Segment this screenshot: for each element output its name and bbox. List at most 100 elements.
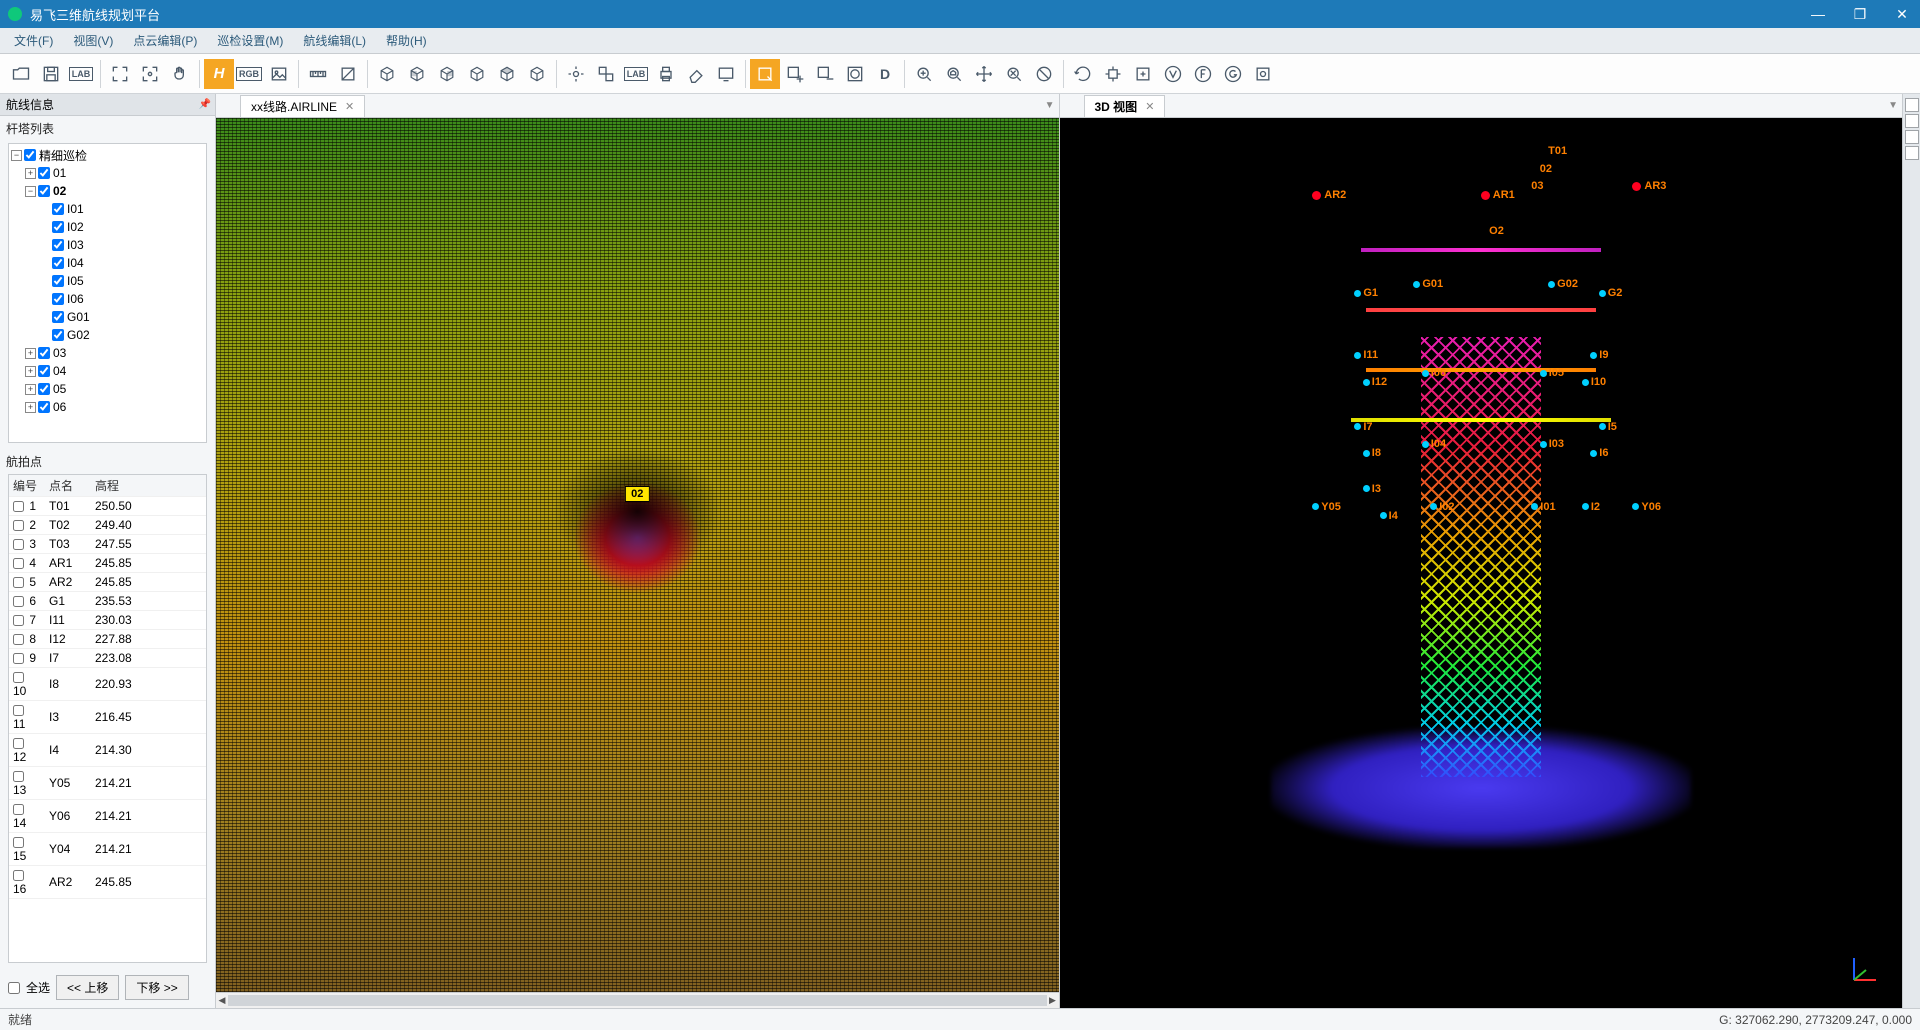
target-icon[interactable] — [1098, 59, 1128, 89]
col-elev[interactable]: 高程 — [91, 475, 206, 497]
layers-icon[interactable] — [591, 59, 621, 89]
row-checkbox[interactable] — [13, 539, 24, 550]
table-row[interactable]: 5AR2245.85 — [9, 573, 206, 592]
move-down-button[interactable]: 下移 >> — [125, 975, 188, 1000]
row-checkbox[interactable] — [13, 804, 24, 815]
move-icon[interactable] — [969, 59, 999, 89]
scroll-thumb[interactable] — [228, 995, 1047, 1006]
maximize-button[interactable]: ❐ — [1850, 4, 1870, 24]
rotate-icon[interactable] — [1068, 59, 1098, 89]
menu-view[interactable]: 视图(V) — [63, 32, 123, 49]
f-icon[interactable] — [1188, 59, 1218, 89]
row-checkbox[interactable] — [13, 705, 24, 716]
add-box-icon[interactable] — [1128, 59, 1158, 89]
color-image-icon[interactable] — [264, 59, 294, 89]
tree-leaf[interactable]: I01 — [11, 200, 204, 218]
row-checkbox[interactable] — [13, 738, 24, 749]
tree-node-04[interactable]: +04 — [11, 362, 204, 380]
tab-dropdown-icon[interactable]: ▼ — [1045, 100, 1055, 111]
tree-leaf[interactable]: I05 — [11, 272, 204, 290]
close-tab-icon[interactable]: ✕ — [1145, 100, 1154, 113]
tree-node-01[interactable]: +01 — [11, 164, 204, 182]
table-row[interactable]: 10I8220.93 — [9, 668, 206, 701]
tab-dropdown-icon[interactable]: ▼ — [1888, 100, 1898, 111]
menu-inspection-settings[interactable]: 巡检设置(M) — [207, 32, 293, 49]
table-row[interactable]: 8I12227.88 — [9, 630, 206, 649]
d-icon[interactable]: D — [870, 59, 900, 89]
table-row[interactable]: 15Y04214.21 — [9, 833, 206, 866]
fit-selection-icon[interactable] — [135, 59, 165, 89]
view-top-icon[interactable] — [492, 59, 522, 89]
open-icon[interactable] — [6, 59, 36, 89]
table-row[interactable]: 13Y05214.21 — [9, 767, 206, 800]
minimize-button[interactable]: — — [1808, 4, 1828, 24]
row-checkbox[interactable] — [13, 634, 24, 645]
table-row[interactable]: 14Y06214.21 — [9, 800, 206, 833]
right-tool-1[interactable] — [1905, 98, 1919, 112]
table-row[interactable]: 1T01250.50 — [9, 497, 206, 516]
select-all-checkbox[interactable] — [8, 982, 20, 994]
deny-icon[interactable] — [1029, 59, 1059, 89]
tree-node-03[interactable]: +03 — [11, 344, 204, 362]
col-id[interactable]: 编号 — [9, 475, 45, 497]
topview-canvas[interactable]: 02 — [216, 118, 1059, 992]
tree-checkbox[interactable] — [38, 383, 50, 395]
table-row[interactable]: 7I11230.03 — [9, 611, 206, 630]
tree-checkbox[interactable] — [52, 203, 64, 215]
table-row[interactable]: 9I7223.08 — [9, 649, 206, 668]
row-checkbox[interactable] — [13, 615, 24, 626]
tree-checkbox[interactable] — [38, 347, 50, 359]
tree-leaf[interactable]: G01 — [11, 308, 204, 326]
menu-route-edit[interactable]: 航线编辑(L) — [293, 32, 376, 49]
topview-hscroll[interactable]: ◀ ▶ — [216, 992, 1059, 1008]
view-back-icon[interactable] — [402, 59, 432, 89]
tree-checkbox[interactable] — [52, 239, 64, 251]
table-row[interactable]: 12I4214.30 — [9, 734, 206, 767]
tree-root[interactable]: − 精细巡检 — [11, 146, 204, 164]
right-tool-3[interactable] — [1905, 130, 1919, 144]
tree-checkbox[interactable] — [52, 293, 64, 305]
measure-distance-icon[interactable] — [303, 59, 333, 89]
row-checkbox[interactable] — [13, 653, 24, 664]
row-checkbox[interactable] — [13, 501, 24, 512]
expand-icon[interactable]: − — [25, 186, 36, 197]
tree-checkbox[interactable] — [24, 149, 36, 161]
view3d-canvas[interactable]: T01 02 03 AR2 AR1 AR3 O2 G1 G01 G02 G2 I… — [1060, 118, 1903, 1008]
view3d-tab[interactable]: 3D 视图 ✕ — [1084, 95, 1166, 117]
row-checkbox[interactable] — [13, 520, 24, 531]
expand-icon[interactable]: + — [25, 384, 36, 395]
tower-tree[interactable]: − 精细巡检 +01 −02 I01 I02 I03 I04 I05 I06 G… — [8, 143, 207, 443]
move-up-button[interactable]: << 上移 — [56, 975, 119, 1000]
tree-node-02[interactable]: −02 — [11, 182, 204, 200]
close-tab-icon[interactable]: ✕ — [345, 100, 354, 113]
scroll-right-icon[interactable]: ▶ — [1047, 993, 1059, 1008]
tree-checkbox[interactable] — [52, 221, 64, 233]
right-tool-2[interactable] — [1905, 114, 1919, 128]
screen-icon[interactable] — [711, 59, 741, 89]
select-rect-icon[interactable] — [750, 59, 780, 89]
pan-icon[interactable] — [165, 59, 195, 89]
color-by-height-icon[interactable]: H — [204, 59, 234, 89]
tree-checkbox[interactable] — [52, 311, 64, 323]
save-icon[interactable] — [36, 59, 66, 89]
menu-help[interactable]: 帮助(H) — [376, 32, 437, 49]
table-row[interactable]: 11I3216.45 — [9, 701, 206, 734]
fit-extent-icon[interactable] — [105, 59, 135, 89]
g-icon[interactable] — [1218, 59, 1248, 89]
select-circle-icon[interactable] — [840, 59, 870, 89]
tree-checkbox[interactable] — [38, 365, 50, 377]
tree-checkbox[interactable] — [38, 185, 50, 197]
row-checkbox[interactable] — [13, 596, 24, 607]
row-checkbox[interactable] — [13, 837, 24, 848]
tree-leaf[interactable]: G02 — [11, 326, 204, 344]
select-remove-icon[interactable] — [810, 59, 840, 89]
tree-checkbox[interactable] — [38, 401, 50, 413]
view-front-icon[interactable] — [372, 59, 402, 89]
pin-icon[interactable]: 📌 — [199, 99, 211, 110]
row-checkbox[interactable] — [13, 577, 24, 588]
close-button[interactable]: ✕ — [1892, 4, 1912, 24]
table-row[interactable]: 16AR2245.85 — [9, 866, 206, 899]
tree-leaf[interactable]: I06 — [11, 290, 204, 308]
scroll-left-icon[interactable]: ◀ — [216, 993, 228, 1008]
view-bottom-icon[interactable] — [522, 59, 552, 89]
